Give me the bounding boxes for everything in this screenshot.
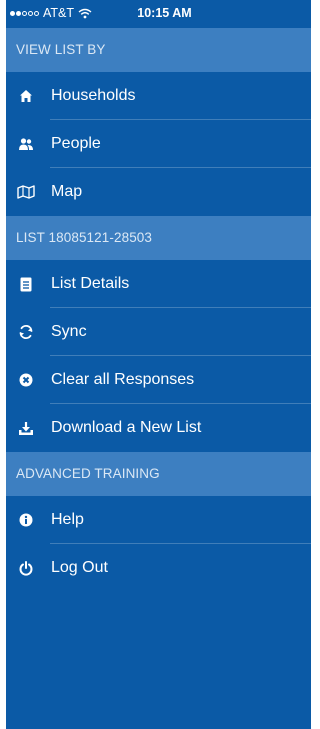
menu-item-label: Log Out [51, 559, 108, 576]
menu-item-download-new-list[interactable]: Download a New List [6, 404, 311, 452]
menu-item-log-out[interactable]: Log Out [6, 544, 311, 592]
menu-item-label: Clear all Responses [51, 371, 195, 388]
menu-item-households[interactable]: Households [6, 72, 311, 120]
menu-item-clear-all-responses[interactable]: Clear all Responses [6, 356, 311, 404]
menu-item-label: People [51, 135, 101, 152]
section-header-view-list-by: VIEW LIST BY [6, 28, 311, 72]
menu-item-help[interactable]: Help [6, 496, 311, 544]
menu-item-label: Help [51, 511, 84, 528]
people-icon [17, 135, 35, 153]
menu-item-label: Households [51, 87, 136, 104]
menu-item-label: Map [51, 183, 83, 200]
sync-icon [17, 323, 35, 341]
map-icon [17, 183, 35, 201]
menu-item-label: Download a New List [51, 419, 202, 436]
menu-item-label: List Details [51, 275, 130, 292]
section-header-advanced-training: ADVANCED TRAINING [6, 452, 311, 496]
status-bar: AT&T 10:15 AM [6, 0, 311, 28]
house-icon [17, 87, 35, 105]
download-icon [17, 419, 35, 437]
clear-icon [17, 371, 35, 389]
menu-item-map[interactable]: Map [6, 168, 311, 216]
info-icon [17, 511, 35, 529]
side-menu-screen: AT&T 10:15 AM VIEW LIST BY Households Pe… [6, 0, 311, 729]
menu-item-people[interactable]: People [6, 120, 311, 168]
power-icon [17, 559, 35, 577]
menu-item-sync[interactable]: Sync [6, 308, 311, 356]
status-time: 10:15 AM [137, 6, 192, 20]
document-icon [17, 275, 35, 293]
menu-item-label: Sync [51, 323, 87, 340]
menu-item-list-details[interactable]: List Details [6, 260, 311, 308]
section-header-list-id: LIST 18085121-28503 [6, 216, 311, 260]
